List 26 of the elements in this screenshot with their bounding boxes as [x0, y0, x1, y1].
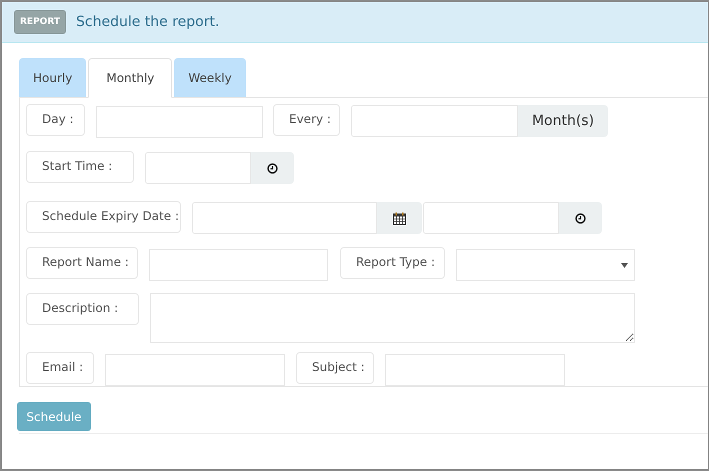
field-label: Start Time : [26, 151, 134, 183]
field-label: Schedule Expiry Date : [26, 201, 181, 233]
date-picker-button[interactable] [377, 202, 422, 234]
field-label: Email : [26, 352, 94, 384]
field-label: Report Type : [340, 247, 445, 279]
field-label: Day : [26, 104, 85, 136]
clock-icon [575, 212, 586, 224]
caret-icon [621, 262, 628, 268]
unit-addon: Month(s) [518, 105, 608, 137]
calendar-icon [393, 212, 406, 224]
report-badge: REPORT [14, 10, 66, 34]
time-picker-button[interactable] [251, 152, 294, 184]
dropdown-field[interactable] [456, 249, 635, 281]
page-title: Schedule the report. [76, 14, 220, 30]
description-field[interactable] [150, 293, 635, 343]
field-label: Subject : [296, 352, 374, 384]
input-field[interactable] [105, 354, 285, 386]
field-label: Description : [26, 293, 139, 325]
time-picker-button[interactable] [559, 202, 602, 234]
field-label: Report Name : [26, 247, 138, 279]
tab[interactable]: Hourly [19, 58, 86, 97]
tab[interactable]: Weekly [174, 58, 246, 97]
field-label: Every : [273, 104, 340, 136]
clock-icon [267, 162, 278, 174]
input-field[interactable] [385, 354, 565, 386]
tab[interactable]: Monthly [88, 58, 172, 98]
